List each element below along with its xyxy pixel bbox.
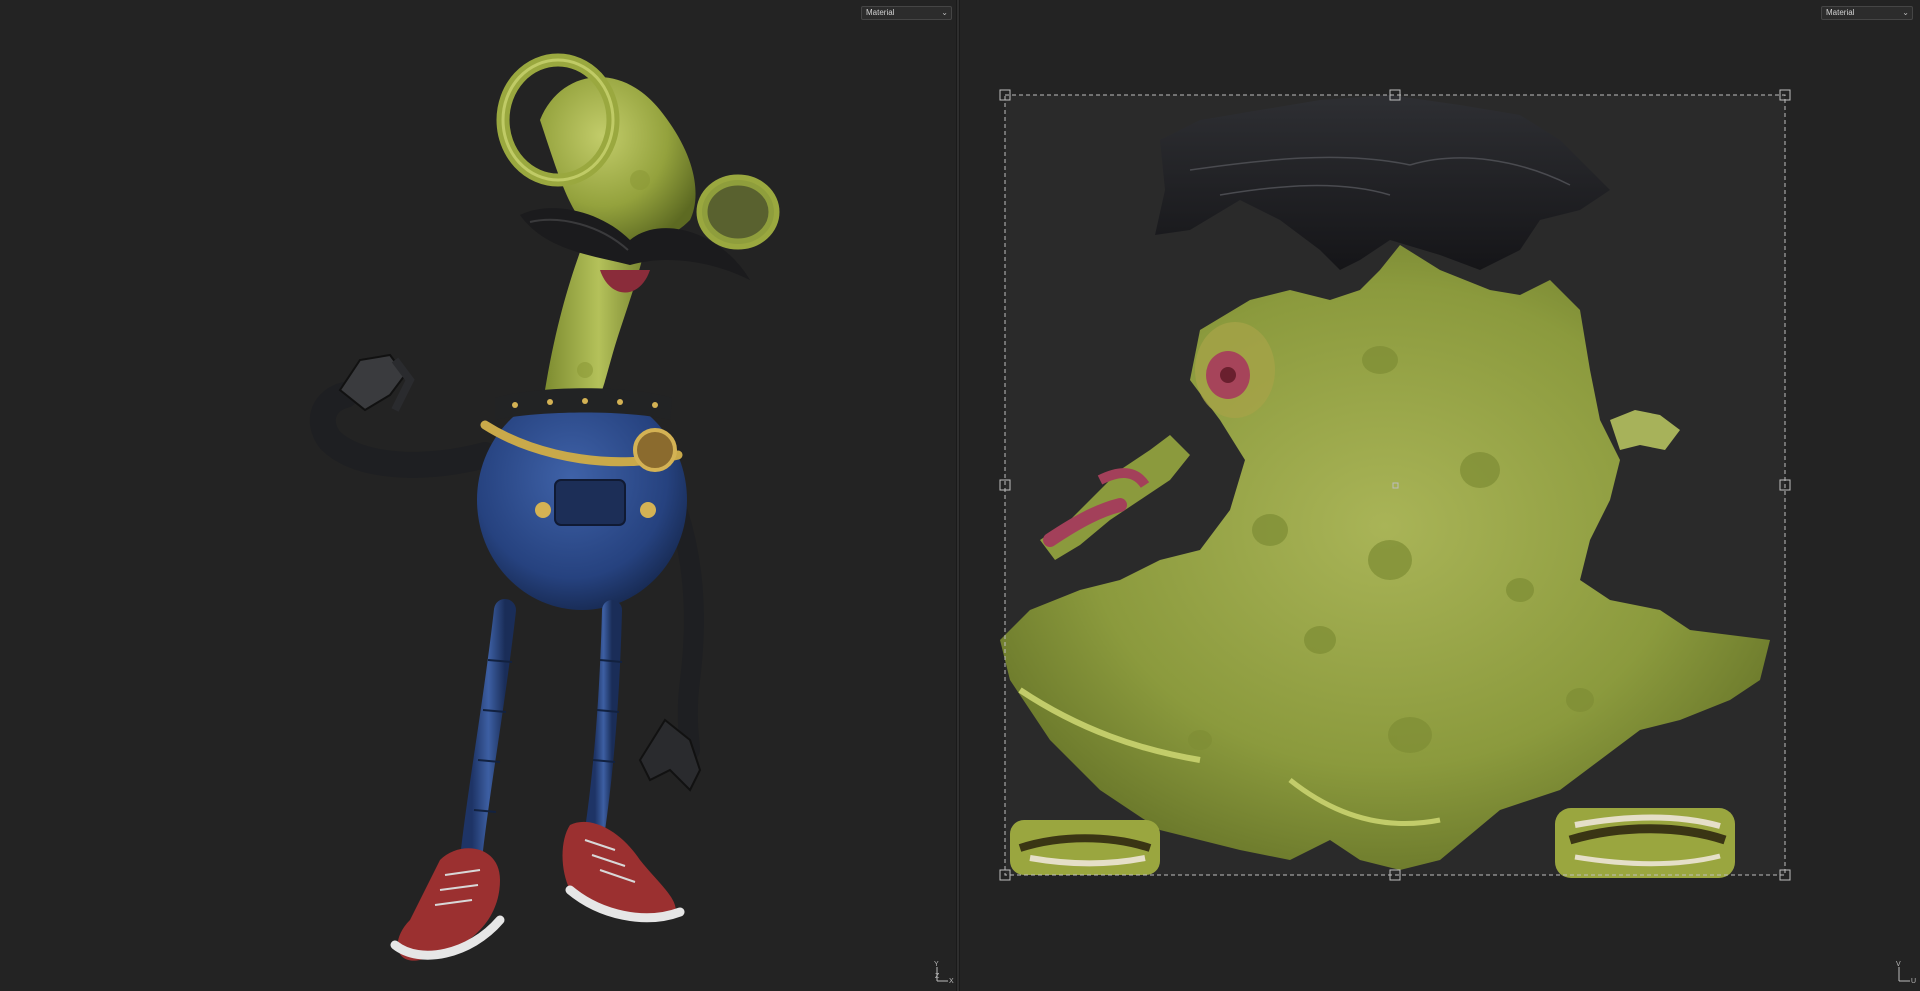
character-legs xyxy=(461,599,623,861)
character-head xyxy=(496,53,780,395)
uv-island-eye-left xyxy=(1010,820,1160,875)
axis-label-y: Y xyxy=(934,961,939,968)
character-3d-render[interactable] xyxy=(0,0,956,991)
viewport-2d-uv[interactable]: Material ⌄ V U xyxy=(960,0,1920,991)
uv-island-eye-right xyxy=(1555,808,1735,878)
axis-gizmo-icon: V U xyxy=(1894,959,1918,985)
uv-layout-canvas[interactable] xyxy=(960,0,1920,991)
viewport-3d[interactable]: Material ⌄ Y X Z xyxy=(0,0,956,991)
axis-label-z: Z xyxy=(935,973,940,980)
axis-label-x: X xyxy=(949,978,954,985)
axis-label-u: U xyxy=(1911,978,1916,985)
character-shoes xyxy=(390,821,685,961)
character-body xyxy=(477,388,687,610)
axis-label-v: V xyxy=(1896,961,1901,968)
axis-gizmo-icon: Y X Z xyxy=(932,959,956,985)
